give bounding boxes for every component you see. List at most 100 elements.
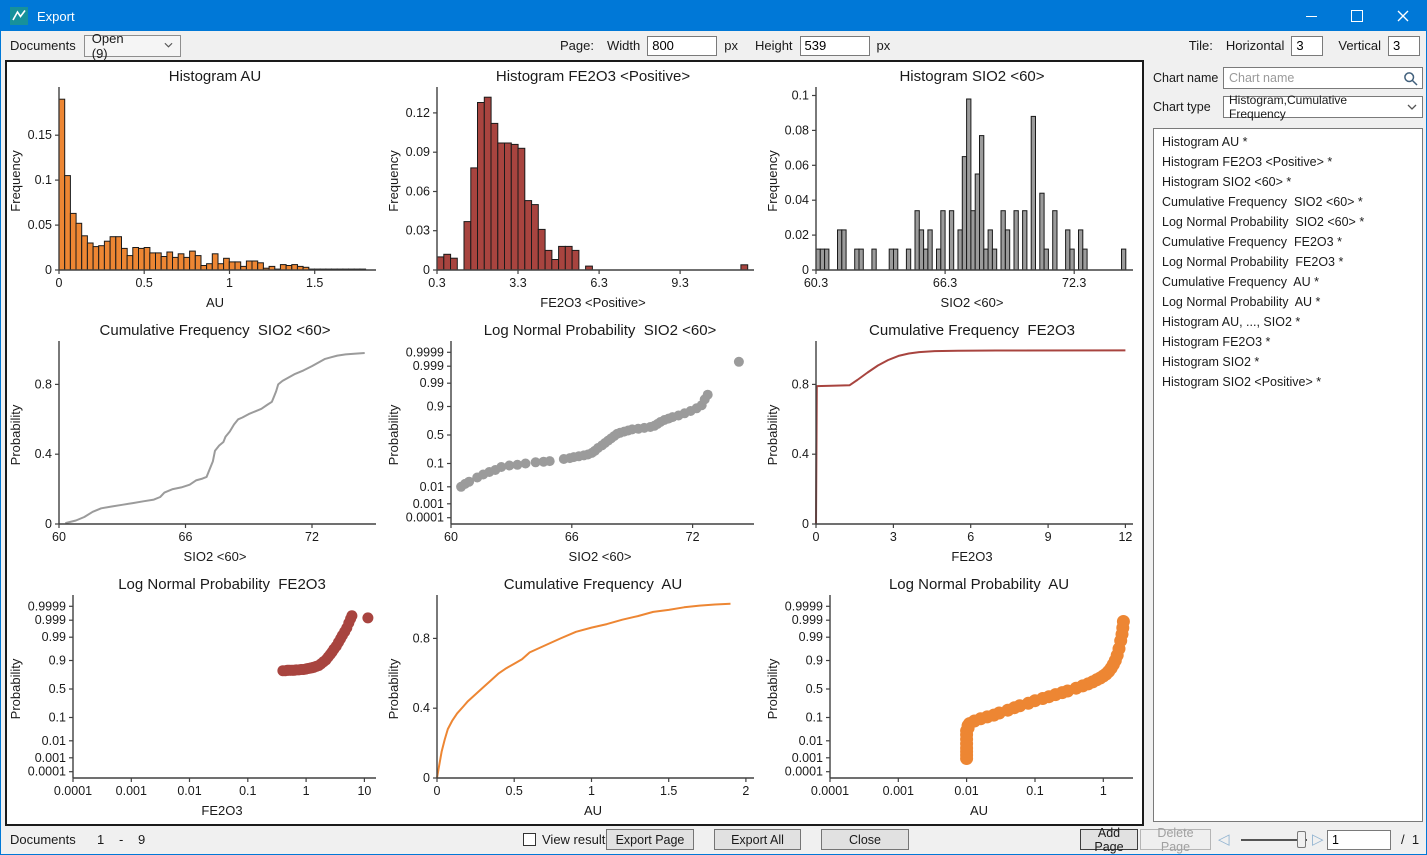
tile-horizontal-input[interactable]	[1291, 35, 1324, 56]
chart-list: Histogram AU * Histogram FE2O3 <Positive>…	[1153, 128, 1423, 822]
svg-text:0.06: 0.06	[406, 185, 430, 199]
close-button[interactable]	[1380, 1, 1426, 31]
chevron-down-icon	[1407, 104, 1417, 110]
documents-dropdown[interactable]: Open (9)	[83, 31, 181, 61]
tile-label: Tile:	[1188, 38, 1213, 53]
svg-text:0.1: 0.1	[791, 89, 808, 103]
svg-text:0.001: 0.001	[413, 497, 444, 511]
page-number-input[interactable]	[1327, 830, 1391, 850]
close-dialog-button[interactable]: Close	[821, 829, 909, 850]
svg-text:Probability: Probability	[386, 658, 401, 719]
tile-vertical-input[interactable]	[1388, 35, 1420, 56]
list-item[interactable]: Log Normal Probability AU *	[1154, 292, 1422, 312]
svg-text:0.15: 0.15	[28, 128, 52, 142]
list-item[interactable]: Cumulative Frequency SIO2 <60> *	[1154, 192, 1422, 212]
page-width-input[interactable]	[647, 35, 718, 56]
svg-text:0.0001: 0.0001	[28, 765, 66, 779]
svg-text:0.99: 0.99	[42, 630, 66, 644]
width-label: Width	[606, 38, 641, 53]
toolbar: Documents Open (9) Page: Width px Height…	[2, 31, 1425, 61]
svg-text:0.0001: 0.0001	[406, 511, 444, 525]
svg-text:SIO2 <60>: SIO2 <60>	[569, 549, 632, 564]
chart-type-value: Histogram,Cumulative Frequency	[1229, 93, 1348, 121]
export-all-button[interactable]: Export All	[714, 829, 801, 850]
svg-text:0: 0	[802, 263, 809, 277]
list-item[interactable]: Log Normal Probability FE2O3 *	[1154, 252, 1422, 272]
svg-text:Probability: Probability	[765, 658, 780, 719]
svg-text:0.9: 0.9	[49, 654, 66, 668]
page-slider-thumb[interactable]	[1297, 831, 1306, 848]
svg-text:0.99: 0.99	[798, 630, 822, 644]
svg-text:Log Normal Probability SIO2 <: Log Normal Probability SIO2 <60>	[484, 322, 717, 339]
svg-text:66: 66	[179, 530, 193, 544]
svg-text:66.3: 66.3	[933, 276, 957, 290]
svg-text:3: 3	[890, 530, 897, 544]
maximize-button[interactable]	[1334, 1, 1380, 31]
chart-name-input[interactable]	[1224, 68, 1410, 88]
width-unit: px	[724, 38, 738, 53]
documents-range-start: 1	[97, 832, 105, 847]
minimize-icon	[1305, 15, 1317, 17]
svg-text:FE2O3 <Positive>: FE2O3 <Positive>	[541, 295, 647, 310]
chart-name-label: Chart name	[1153, 71, 1219, 85]
svg-text:0: 0	[45, 263, 52, 277]
svg-text:Probability: Probability	[765, 404, 780, 465]
minimize-button[interactable]	[1288, 1, 1334, 31]
chart-cell-2: 0.3 3.3 6.3 9.3 0 0.03 0.06 0.09 0.12 Histogram F…	[385, 62, 763, 316]
svg-text:1: 1	[588, 784, 595, 798]
export-page-button[interactable]: Export Page	[606, 829, 694, 850]
view-result-checkbox[interactable]	[523, 833, 536, 846]
list-item[interactable]: Histogram AU, ..., SIO2 *	[1154, 312, 1422, 332]
chart-cell-8: 0 0.5 1 1.5 2 0 0.4 0.8 Cumulative Frequency AU A…	[385, 570, 763, 824]
list-item[interactable]: Log Normal Probability SIO2 <60> *	[1154, 212, 1422, 232]
next-page-icon[interactable]: ▷	[1312, 830, 1324, 848]
page-total-label: / 1	[1401, 832, 1420, 847]
svg-text:60: 60	[52, 530, 66, 544]
chart-cell-6: 0 3 6 9 12 0 0.4 0.8 Cumulative Frequency FE2O3 F…	[764, 316, 1142, 570]
list-item[interactable]: Histogram SIO2 *	[1154, 352, 1422, 372]
svg-text:0.5: 0.5	[427, 428, 444, 442]
list-item[interactable]: Histogram FE2O3 *	[1154, 332, 1422, 352]
chart-type-dropdown[interactable]: Histogram,Cumulative Frequency	[1223, 93, 1423, 121]
svg-text:AU: AU	[970, 803, 988, 818]
svg-text:0.9: 0.9	[805, 654, 822, 668]
export-page-canvas: 0 0.5 1 1.5 0 0.05 0.1 0.15 Histogram AU AU Freque…	[5, 60, 1144, 826]
svg-text:0: 0	[812, 530, 819, 544]
list-item[interactable]: Histogram AU *	[1154, 132, 1422, 152]
svg-text:66: 66	[565, 530, 579, 544]
svg-text:0: 0	[434, 784, 441, 798]
chevron-down-icon	[164, 42, 173, 48]
search-icon[interactable]	[1403, 71, 1419, 87]
svg-text:0.5: 0.5	[49, 682, 66, 696]
list-item[interactable]: Cumulative Frequency AU *	[1154, 272, 1422, 292]
svg-text:0.1: 0.1	[35, 173, 52, 187]
svg-text:0.0001: 0.0001	[784, 765, 822, 779]
svg-text:Histogram FE2O3 <Positive>: Histogram FE2O3 <Positive>	[496, 68, 690, 85]
page-height-input[interactable]	[799, 35, 870, 56]
svg-text:0.001: 0.001	[791, 751, 822, 765]
chart-cell-4: 60 66 72 0 0.4 0.8 Cumulative Frequency SIO2 <…	[7, 316, 385, 570]
svg-text:0.0001: 0.0001	[811, 784, 849, 798]
svg-text:0.8: 0.8	[791, 377, 808, 391]
svg-text:0.03: 0.03	[406, 224, 430, 238]
list-item[interactable]: Cumulative Frequency FE2O3 *	[1154, 232, 1422, 252]
svg-text:Histogram AU: Histogram AU	[169, 68, 262, 85]
list-item[interactable]: Histogram SIO2 <Positive> *	[1154, 372, 1422, 392]
svg-text:3.3: 3.3	[510, 276, 527, 290]
delete-page-button: Delete Page	[1140, 826, 1211, 854]
previous-page-icon[interactable]: ◁	[1218, 830, 1230, 848]
svg-text:0.06: 0.06	[784, 158, 808, 172]
chart-grid: 0 0.5 1 1.5 0 0.05 0.1 0.15 Histogram AU AU Freque…	[7, 62, 1142, 824]
svg-text:SIO2 <60>: SIO2 <60>	[940, 295, 1003, 310]
chart-cell-9: 0.0001 0.001 0.01 0.1 1 0.9999 0.999 0.99 0.9 0.5…	[764, 570, 1142, 824]
svg-text:0.001: 0.001	[35, 751, 66, 765]
height-unit: px	[876, 38, 891, 53]
list-item[interactable]: Histogram FE2O3 <Positive> *	[1154, 152, 1422, 172]
svg-text:0.999: 0.999	[791, 613, 822, 627]
add-page-button[interactable]: Add Page	[1080, 826, 1138, 854]
svg-text:60: 60	[444, 530, 458, 544]
svg-text:60.3: 60.3	[803, 276, 827, 290]
svg-text:0.02: 0.02	[784, 228, 808, 242]
list-item[interactable]: Histogram SIO2 <60> *	[1154, 172, 1422, 192]
svg-text:FE2O3: FE2O3	[201, 803, 242, 818]
